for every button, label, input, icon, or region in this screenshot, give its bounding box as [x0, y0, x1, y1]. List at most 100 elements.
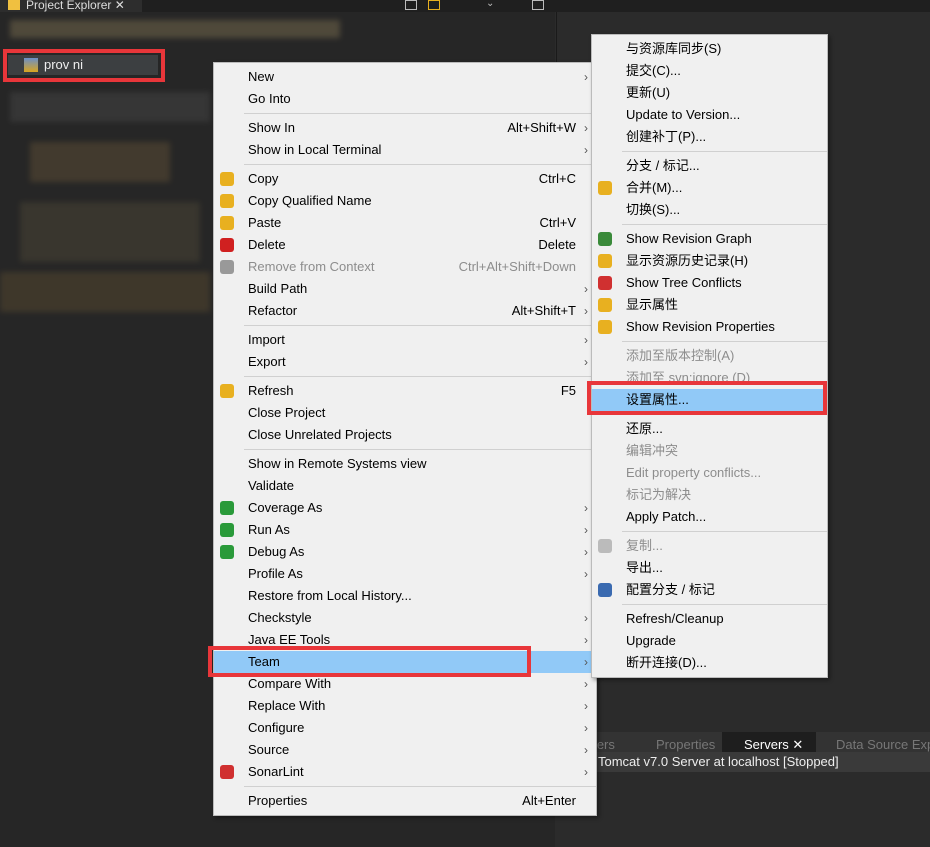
menu-item-label: 复制... — [626, 538, 663, 553]
team-menu-item-[interactable]: 标记为解决 — [592, 484, 827, 506]
main-menu-item-copy-qualified-name[interactable]: Copy Qualified Name — [214, 190, 596, 212]
main-menu-item-debug-as[interactable]: Debug As › — [214, 541, 596, 563]
main-menu-item-run-as[interactable]: Run As › — [214, 519, 596, 541]
team-menu-item-s[interactable]: 切换(S)... — [592, 199, 827, 221]
main-menu-item-coverage-as[interactable]: Coverage As › — [214, 497, 596, 519]
team-menu-item-show-tree-conflicts[interactable]: Show Tree Conflicts — [592, 272, 827, 294]
menu-item-label: Show Tree Conflicts — [626, 275, 742, 290]
annotation-box-team — [208, 646, 531, 677]
main-menu-item-replace-with[interactable]: Replace With › — [214, 695, 596, 717]
main-menu-item-import[interactable]: Import › — [214, 329, 596, 351]
team-menu-item-[interactable]: 复制... — [592, 535, 827, 557]
menu-item-label: Copy — [248, 171, 279, 186]
link-editor-icon[interactable] — [428, 0, 440, 10]
main-menu-item-sonarlint[interactable]: SonarLint › — [214, 761, 596, 783]
chevron-right-icon: › — [584, 121, 588, 135]
menu-item-label: Refresh — [248, 383, 294, 398]
team-menu-item-update-to-version[interactable]: Update to Version... — [592, 104, 827, 126]
team-menu-item-refresh-cleanup[interactable]: Refresh/Cleanup — [592, 608, 827, 630]
main-menu-item-show-in-remote-systems-view[interactable]: Show in Remote Systems view — [214, 453, 596, 475]
menu-separator — [244, 325, 596, 326]
team-menu-item-[interactable]: 还原... — [592, 418, 827, 440]
tree-conflicts-icon — [598, 276, 612, 290]
menu-item-label: Show Revision Properties — [626, 319, 775, 334]
main-menu-item-new[interactable]: New › — [214, 66, 596, 88]
menu-item-label: 更新(U) — [626, 85, 671, 100]
menu-item-label: Go Into — [248, 91, 291, 106]
menu-item-label: Show in Remote Systems view — [248, 456, 427, 471]
menu-item-label: 显示资源历史记录(H) — [626, 253, 749, 268]
menu-item-label: 断开连接(D)... — [626, 655, 707, 670]
chevron-right-icon: › — [584, 611, 588, 625]
chevron-right-icon: › — [584, 282, 588, 296]
menu-item-label: Apply Patch... — [626, 509, 707, 524]
menu-item-label: Upgrade — [626, 633, 676, 648]
team-menu-item-p[interactable]: 创建补丁(P)... — [592, 126, 827, 148]
menu-item-label: 分支 / 标记... — [626, 158, 700, 173]
menu-item-label: 还原... — [626, 421, 663, 436]
paste-icon — [220, 216, 234, 230]
maximize-icon[interactable] — [532, 0, 544, 10]
menu-item-label: Close Unrelated Projects — [248, 427, 392, 442]
menu-item-label: Paste — [248, 215, 282, 230]
menu-item-label: 显示属性 — [626, 297, 679, 312]
main-menu-item-close-unrelated-projects[interactable]: Close Unrelated Projects — [214, 424, 596, 446]
chevron-right-icon: › — [584, 765, 588, 779]
main-menu-item-build-path[interactable]: Build Path › — [214, 278, 596, 300]
main-menu-item-delete[interactable]: Delete Delete — [214, 234, 596, 256]
team-menu-item-s[interactable]: 与资源库同步(S) — [592, 38, 827, 60]
team-menu-item-[interactable]: 配置分支 / 标记 — [592, 579, 827, 601]
main-menu-item-remove-from-context[interactable]: Remove from Context Ctrl+Alt+Shift+Down — [214, 256, 596, 278]
main-menu-item-profile-as[interactable]: Profile As › — [214, 563, 596, 585]
team-menu-item-show-revision-graph[interactable]: Show Revision Graph — [592, 228, 827, 250]
menu-item-label: Show in Local Terminal — [248, 142, 382, 157]
chevron-right-icon: › — [584, 501, 588, 515]
main-menu-item-close-project[interactable]: Close Project — [214, 402, 596, 424]
chevron-right-icon: › — [584, 699, 588, 713]
team-menu-item-upgrade[interactable]: Upgrade — [592, 630, 827, 652]
team-menu-item-d[interactable]: 断开连接(D)... — [592, 652, 827, 674]
menu-item-label: Validate — [248, 478, 295, 493]
chevron-right-icon: › — [584, 333, 588, 347]
main-menu-item-source[interactable]: Source › — [214, 739, 596, 761]
history-icon — [598, 254, 612, 268]
team-menu-item-a[interactable]: 添加至版本控制(A) — [592, 345, 827, 367]
team-menu-item-[interactable]: 导出... — [592, 557, 827, 579]
team-menu-item-h[interactable]: 显示资源历史记录(H) — [592, 250, 827, 272]
main-menu-item-show-in-local-terminal[interactable]: Show in Local Terminal › — [214, 139, 596, 161]
team-menu-item-u[interactable]: 更新(U) — [592, 82, 827, 104]
menu-item-label: Update to Version... — [626, 107, 741, 122]
team-menu-item-apply-patch[interactable]: Apply Patch... — [592, 506, 827, 528]
collapse-all-icon[interactable] — [405, 0, 417, 10]
menu-item-label: Copy Qualified Name — [248, 193, 372, 208]
main-menu-item-copy[interactable]: Copy Ctrl+C — [214, 168, 596, 190]
main-menu-item-refactor[interactable]: Refactor Alt+Shift+T › — [214, 300, 596, 322]
main-menu-item-refresh[interactable]: Refresh F5 — [214, 380, 596, 402]
main-menu-item-properties[interactable]: Properties Alt+Enter — [214, 790, 596, 812]
team-menu-item-m[interactable]: 合并(M)... — [592, 177, 827, 199]
main-menu-item-checkstyle[interactable]: Checkstyle › — [214, 607, 596, 629]
team-menu-item-c[interactable]: 提交(C)... — [592, 60, 827, 82]
tab-project-explorer[interactable]: Project Explorer ✕ — [0, 0, 142, 12]
team-menu-item-show-revision-properties[interactable]: Show Revision Properties — [592, 316, 827, 338]
main-menu-item-export[interactable]: Export › — [214, 351, 596, 373]
server-row[interactable]: Tomcat v7.0 Server at localhost [Stopped… — [556, 752, 930, 772]
tab-servers-label: Servers — [744, 737, 789, 752]
main-menu-item-paste[interactable]: Paste Ctrl+V — [214, 212, 596, 234]
view-menu-icon[interactable]: ⌄ — [486, 0, 498, 10]
main-menu-item-validate[interactable]: Validate — [214, 475, 596, 497]
annotation-box-project — [3, 49, 165, 82]
chevron-right-icon: › — [584, 677, 588, 691]
debug-icon — [220, 545, 234, 559]
main-menu-item-restore-from-local-history[interactable]: Restore from Local History... — [214, 585, 596, 607]
main-menu-item-configure[interactable]: Configure › — [214, 717, 596, 739]
main-menu-item-go-into[interactable]: Go Into — [214, 88, 596, 110]
team-menu-item-edit-property-conflicts[interactable]: Edit property conflicts... — [592, 462, 827, 484]
team-menu-item-[interactable]: 显示属性 — [592, 294, 827, 316]
main-menu-item-show-in[interactable]: Show In Alt+Shift+W › — [214, 117, 596, 139]
menu-item-label: Close Project — [248, 405, 326, 420]
shortcut-label: Alt+Shift+T — [511, 303, 576, 318]
team-menu-item-[interactable]: 分支 / 标记... — [592, 155, 827, 177]
menu-item-label: 标记为解决 — [626, 487, 692, 502]
team-menu-item-[interactable]: 编辑冲突 — [592, 440, 827, 462]
